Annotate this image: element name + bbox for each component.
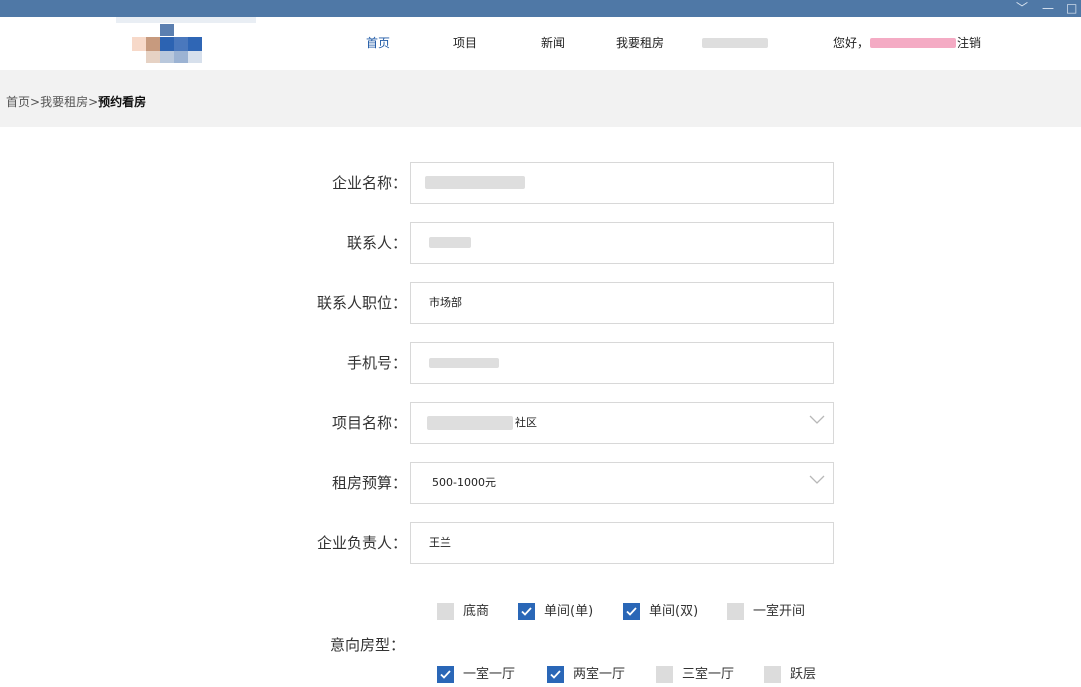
breadcrumb-bar: 首页>我要租房>预约看房 [0, 70, 1081, 127]
breadcrumb: 首页>我要租房>预约看房 [6, 93, 146, 110]
form-row-project: 项目名称： 社区 [0, 402, 1081, 444]
form-row-budget: 租房预算： 500-1000元 [0, 462, 1081, 504]
phone-redacted [429, 358, 499, 368]
budget-select[interactable]: 500-1000元 [410, 462, 834, 504]
contact-redacted [429, 237, 471, 248]
checkmark-icon [623, 603, 640, 620]
checkbox-unchecked-icon [764, 666, 781, 683]
company-name-label: 企业名称： [331, 174, 407, 192]
window-titlebar: ﹀ — □ [0, 0, 1081, 17]
breadcrumb-home[interactable]: 首页 [6, 95, 30, 109]
phone-label: 手机号： [346, 354, 407, 372]
collapse-icon[interactable]: ﹀ [1016, 0, 1028, 17]
site-header: 首页 项目 新闻 我要租房 您好， 注销 [0, 17, 1081, 70]
chevron-down-icon [809, 475, 825, 484]
chevron-down-icon [809, 415, 825, 424]
room-type-label: 意向房型： [330, 636, 406, 654]
form-row-company: 企业名称： [0, 162, 1081, 204]
nav-item-redacted[interactable] [702, 38, 768, 48]
breadcrumb-separator: > [30, 95, 41, 109]
checkmark-icon [518, 603, 535, 620]
nav-news[interactable]: 新闻 [541, 34, 565, 52]
company-name-input[interactable] [410, 162, 834, 204]
breadcrumb-rent[interactable]: 我要租房 [40, 95, 88, 109]
owner-input[interactable]: 王兰 [410, 522, 834, 564]
maximize-icon[interactable]: □ [1066, 0, 1077, 17]
position-value: 市场部 [429, 296, 462, 309]
project-name-redacted [427, 416, 513, 430]
project-value: 社区 [515, 416, 537, 429]
logout-link[interactable]: 注销 [957, 34, 981, 52]
checkbox-unchecked-icon [437, 603, 454, 620]
nav-rent[interactable]: 我要租房 [616, 34, 664, 52]
checkbox-unchecked-icon [727, 603, 744, 620]
project-label: 项目名称： [331, 414, 407, 432]
contact-input[interactable] [410, 222, 834, 264]
position-label: 联系人职位： [316, 294, 407, 312]
form-row-owner: 企业负责人： 王兰 [0, 522, 1081, 564]
breadcrumb-separator: > [88, 95, 99, 109]
project-select[interactable]: 社区 [410, 402, 834, 444]
form-row-contact: 联系人： [0, 222, 1081, 264]
owner-value: 王兰 [429, 536, 451, 549]
form-row-phone: 手机号： [0, 342, 1081, 384]
owner-label: 企业负责人： [316, 534, 407, 552]
form-row-position: 联系人职位： 市场部 [0, 282, 1081, 324]
position-input[interactable]: 市场部 [410, 282, 834, 324]
site-logo[interactable] [116, 17, 266, 70]
budget-label: 租房预算： [331, 474, 407, 492]
checkmark-icon [547, 666, 564, 683]
nav-projects[interactable]: 项目 [453, 34, 477, 52]
username-redacted [870, 38, 956, 48]
contact-label: 联系人： [346, 234, 407, 252]
minimize-icon[interactable]: — [1042, 0, 1054, 17]
breadcrumb-current: 预约看房 [98, 95, 147, 109]
phone-input[interactable] [410, 342, 834, 384]
budget-value: 500-1000元 [432, 476, 496, 489]
checkbox-unchecked-icon [656, 666, 673, 683]
nav-home[interactable]: 首页 [366, 34, 390, 52]
checkmark-icon [437, 666, 454, 683]
company-name-redacted [425, 176, 525, 189]
user-greeting: 您好， [833, 36, 870, 50]
